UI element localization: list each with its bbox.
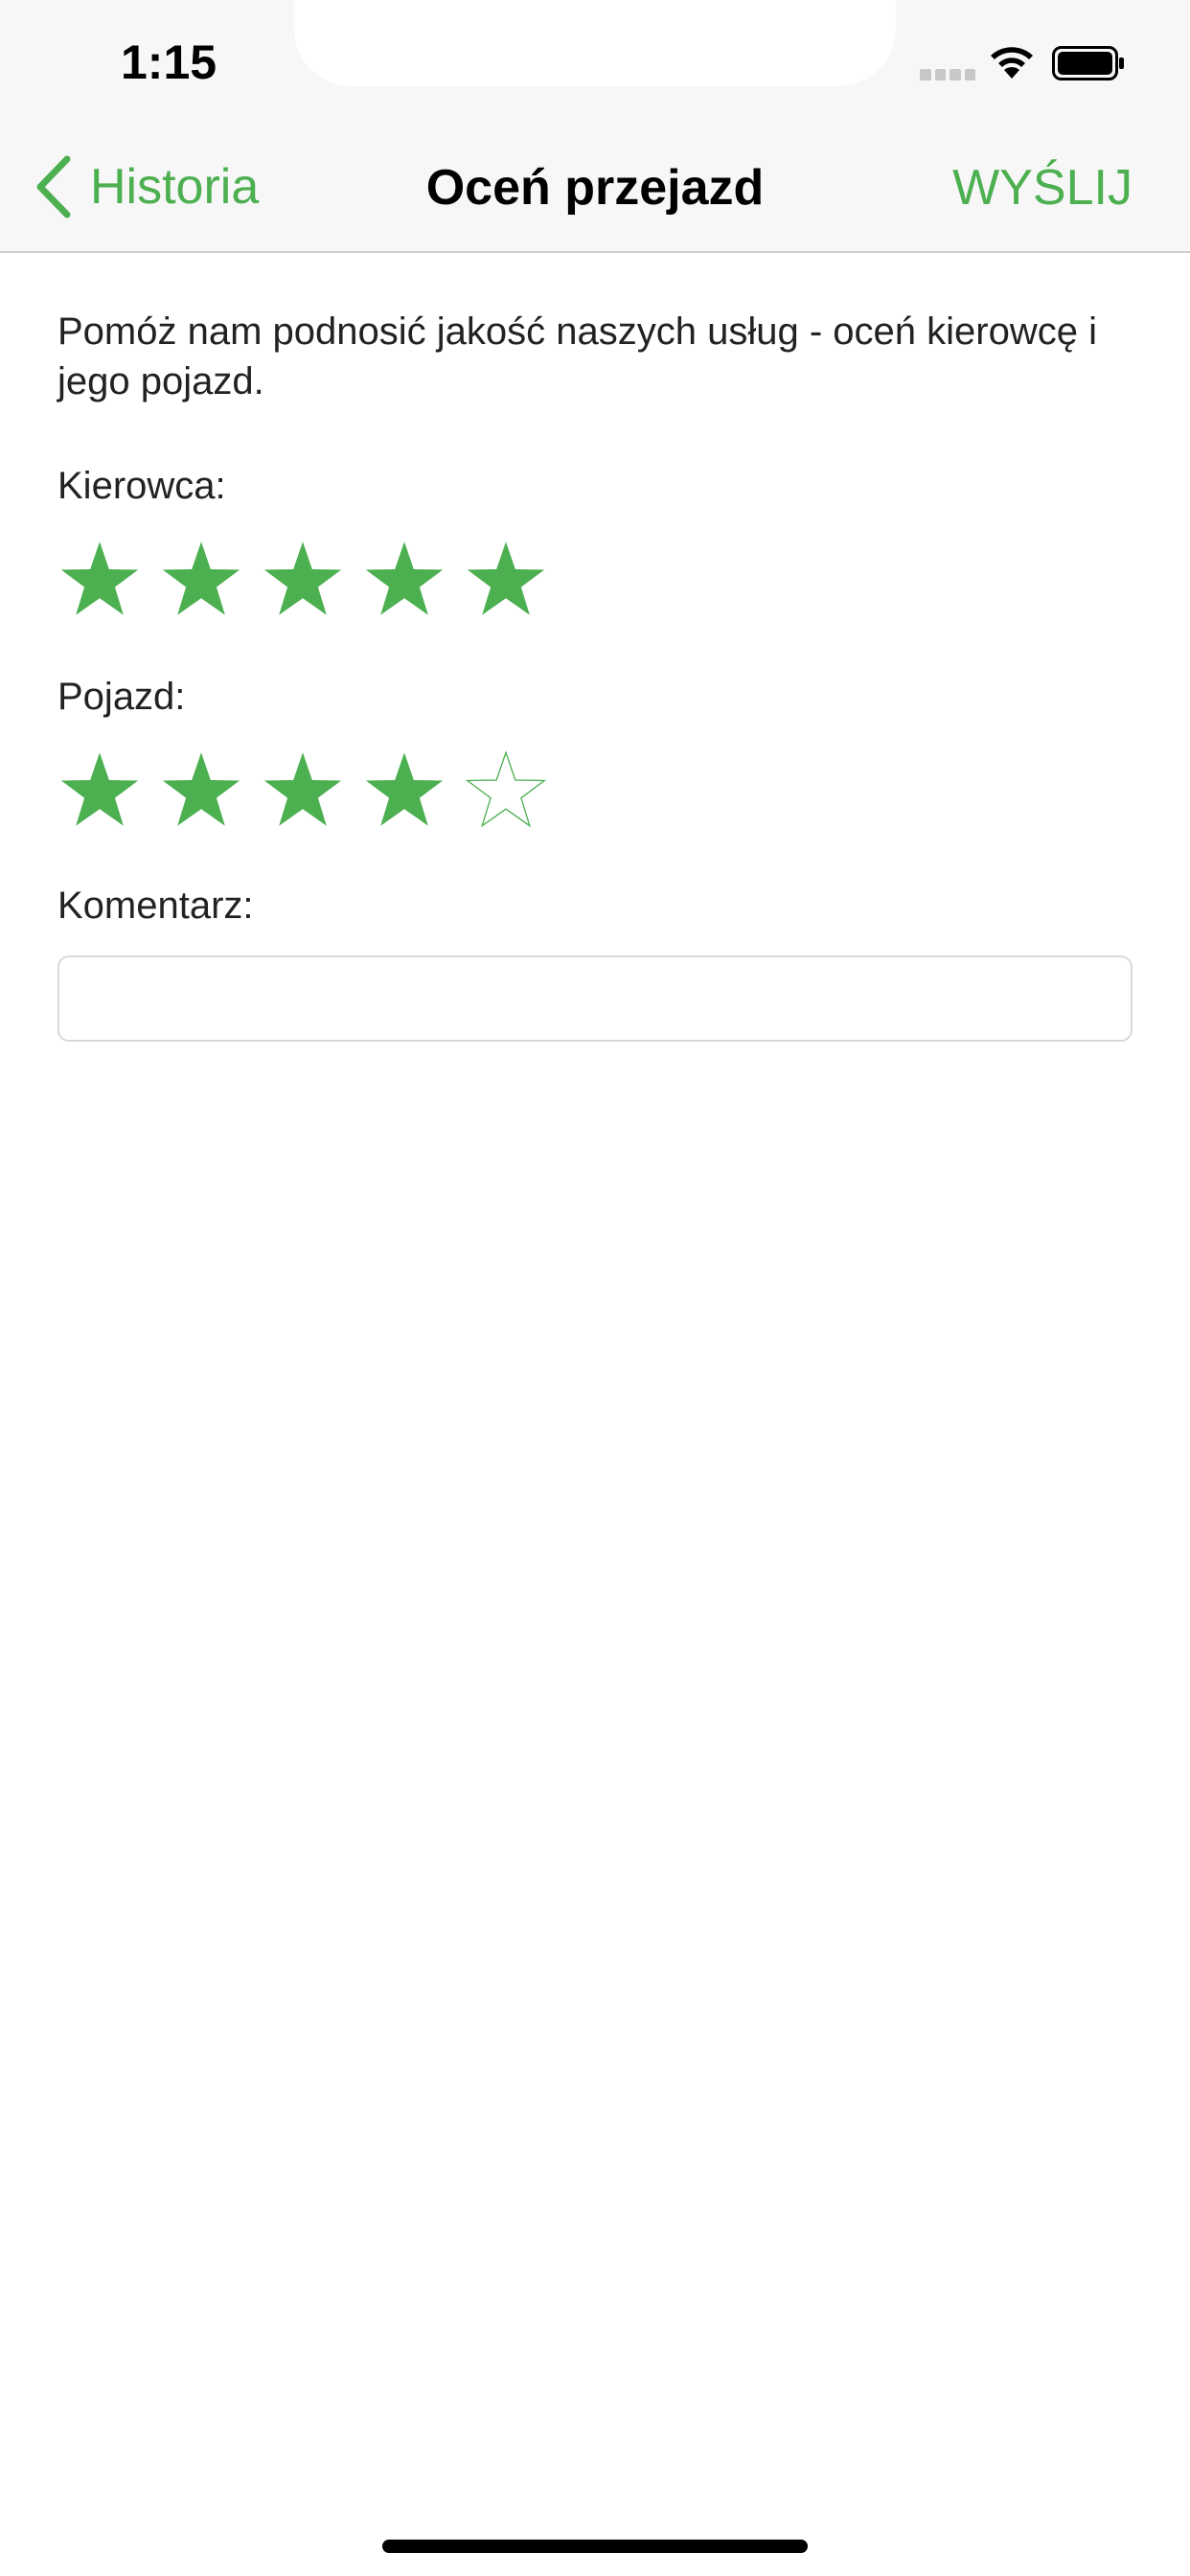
wifi-icon [991,47,1033,79]
star-filled-icon[interactable] [261,537,345,621]
star-filled-icon[interactable] [159,748,243,832]
rating-form: Pomóż nam podnosić jakość naszych usług … [57,307,1133,1042]
star-filled-icon[interactable] [159,537,243,621]
battery-icon [1052,46,1124,80]
home-indicator [382,2540,808,2553]
star-filled-icon[interactable] [57,537,142,621]
send-button[interactable]: WYŚLIJ [952,159,1133,217]
navigation-bar: Historia Oceń przejazd WYŚLIJ [0,126,1190,253]
star-outline-icon[interactable] [464,748,548,832]
vehicle-rating [57,748,548,832]
status-time: 1:15 [121,35,217,89]
intro-text: Pomóż nam podnosić jakość naszych usług … [57,310,1097,402]
star-filled-icon[interactable] [362,537,446,621]
star-filled-icon[interactable] [362,748,446,832]
star-filled-icon[interactable] [464,537,548,621]
driver-label: Kierowca: [57,465,226,507]
star-filled-icon[interactable] [261,748,345,832]
comment-input[interactable] [57,955,1133,1042]
cellular-signal-icon [920,69,975,80]
vehicle-label: Pojazd: [57,676,186,718]
driver-rating [57,537,548,621]
notch [294,0,896,86]
status-bar: 1:15 [0,0,1190,126]
star-filled-icon[interactable] [57,748,142,832]
comment-label: Komentarz: [57,885,254,927]
